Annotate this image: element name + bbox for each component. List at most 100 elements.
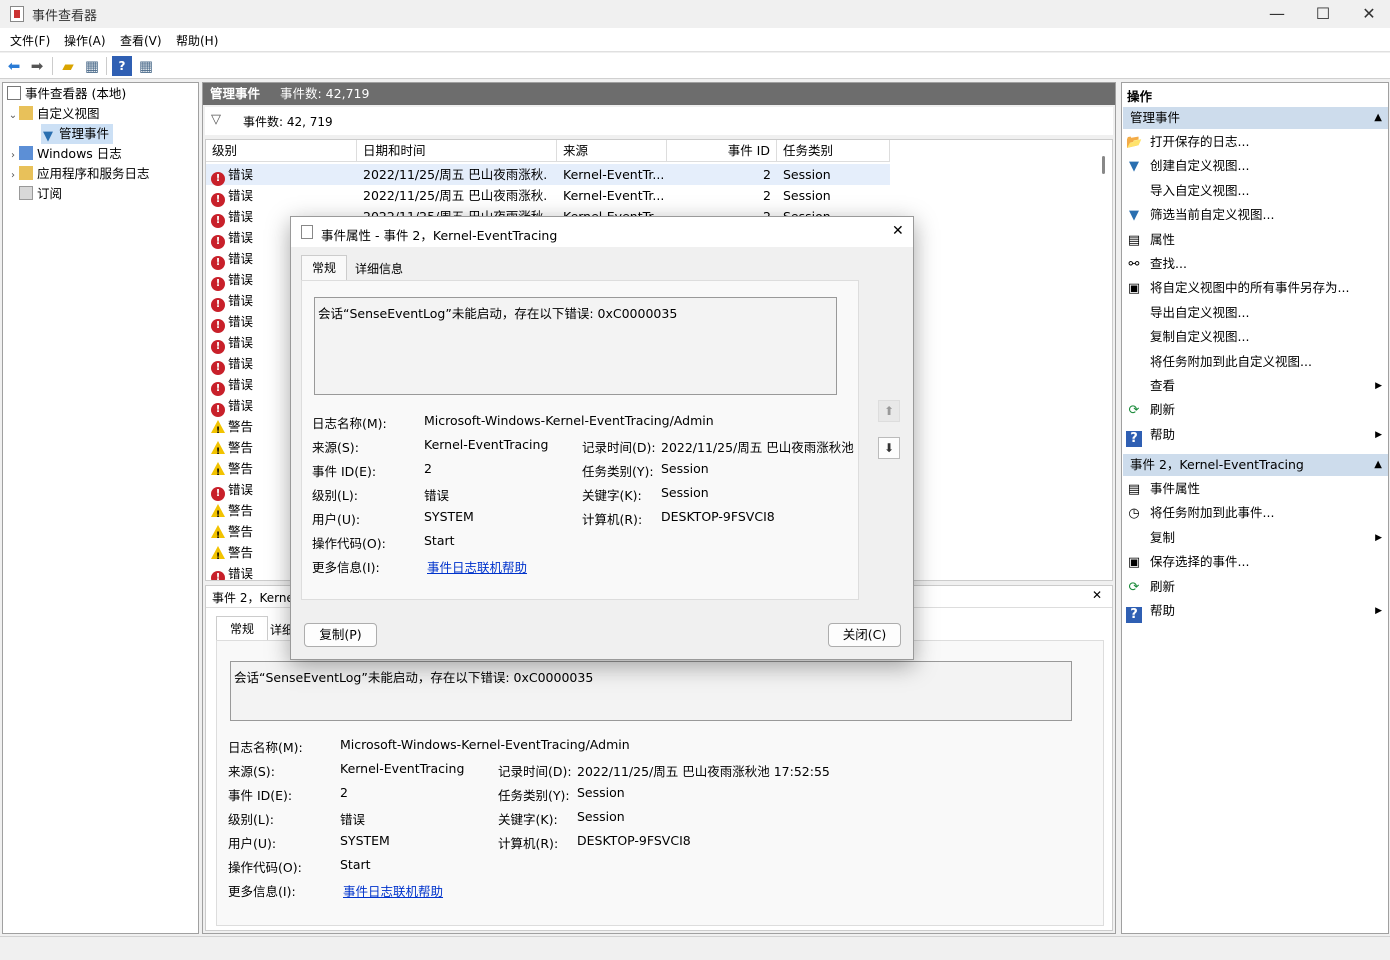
dialog-log-name-label: 日志名称(M): <box>312 416 387 431</box>
maximize-button[interactable]: ☐ <box>1300 0 1346 28</box>
action-item[interactable]: ⟳ 刷新 <box>1126 575 1386 599</box>
console-tree-icon[interactable]: ▦ <box>82 56 102 76</box>
action-item[interactable]: ▣ 将自定义视图中的所有事件另存为... <box>1126 276 1386 300</box>
dialog-close-icon[interactable]: ✕ <box>892 223 904 239</box>
action-item[interactable]: ▼ 创建自定义视图... <box>1126 154 1386 178</box>
menu-file[interactable]: 文件(F) <box>10 32 50 49</box>
chevron-right-icon[interactable]: › <box>7 166 19 186</box>
detail-keywords-label: 关键字(K): <box>498 812 558 827</box>
column-header-level[interactable]: 级别 <box>206 140 357 162</box>
close-icon[interactable]: ✕ <box>1092 588 1102 602</box>
column-header-source[interactable]: 来源 <box>557 140 667 162</box>
action-item[interactable]: ◷ 将任务附加到此事件... <box>1126 501 1386 525</box>
event-properties-icon <box>301 225 313 239</box>
action-item[interactable]: ▤ 事件属性 <box>1126 477 1386 501</box>
action-item-label: 筛选当前自定义视图... <box>1150 207 1275 223</box>
dialog-tab-details[interactable]: 详细信息 <box>355 260 403 277</box>
tree-app-service-logs[interactable]: › 应用程序和服务日志 <box>7 164 150 184</box>
tree-root[interactable]: 事件查看器 (本地) <box>7 84 126 104</box>
action-item-label: 帮助 <box>1150 426 1176 442</box>
table-row[interactable]: !错误 2022/11/25/周五 巴山夜雨涨秋... Kernel-EventTr… <box>206 164 890 186</box>
action-item[interactable]: 导出自定义视图... <box>1126 301 1386 325</box>
action-item[interactable]: ⟳ 刷新 <box>1126 398 1386 422</box>
tree-custom-views[interactable]: ⌄ 自定义视图 <box>7 104 100 124</box>
level-text: 错误 <box>228 209 254 224</box>
table-row[interactable]: !错误 2022/11/25/周五 巴山夜雨涨秋... Kernel-EventTr… <box>206 185 890 207</box>
dialog-task-value: Session <box>661 461 709 476</box>
actions-section-event[interactable]: 事件 2，Kernel-EventTracing ▲ <box>1123 454 1388 476</box>
level-cell: 警告 <box>211 437 253 458</box>
detail-message-box[interactable]: 会话“SenseEventLog”未能启动，存在以下错误: 0xC0000035 <box>230 661 1072 721</box>
level-cell: ! 错误 <box>211 269 253 291</box>
action-item[interactable]: 将任务附加到此自定义视图... <box>1126 350 1386 374</box>
detail-source-label: 来源(S): <box>228 764 275 779</box>
detail-logged-label: 记录时间(D): <box>498 764 572 779</box>
close-window-button[interactable]: ✕ <box>1346 0 1390 28</box>
dialog-logged-label: 记录时间(D): <box>582 440 656 455</box>
error-icon: ! <box>211 277 225 291</box>
list-scrollbar-thumb[interactable] <box>1102 156 1105 174</box>
filter-bar: ▽ 事件数: 42, 719 <box>205 107 1113 135</box>
action-pane-icon[interactable]: ▦ <box>136 56 156 76</box>
detail-log-name-value: Microsoft-Windows-Kernel-EventTracing/Ad… <box>340 737 630 752</box>
detail-event-id-value: 2 <box>340 785 348 800</box>
menu-view[interactable]: 查看(V) <box>120 32 162 49</box>
collapse-up-icon[interactable]: ▲ <box>1374 454 1382 476</box>
dialog-opcode-label: 操作代码(O): <box>312 536 386 551</box>
action-item[interactable]: 导入自定义视图... <box>1126 179 1386 203</box>
folder-icon <box>19 106 33 120</box>
dialog-online-help-link[interactable]: 事件日志联机帮助 <box>427 557 527 576</box>
dialog-event-id-label: 事件 ID(E): <box>312 464 377 479</box>
collapse-up-icon[interactable]: ▲ <box>1374 107 1382 129</box>
actions-section-admin-events[interactable]: 管理事件 ▲ <box>1123 107 1388 129</box>
level-cell: 警告 <box>211 416 253 437</box>
level-cell: ! 错误 <box>211 290 253 312</box>
tree-admin-events[interactable]: ▼ 管理事件 <box>41 124 114 144</box>
help-icon[interactable]: ? <box>112 56 132 76</box>
event-id-cell: 2 <box>763 188 771 203</box>
dialog-message-box[interactable]: 会话“SenseEventLog”未能启动，存在以下错误: 0xC0000035 <box>314 297 837 395</box>
dialog-opcode-value: Start <box>424 533 455 548</box>
action-item[interactable]: ▣ 保存选择的事件... <box>1126 550 1386 574</box>
dialog-tab-general[interactable]: 常规 <box>301 255 347 281</box>
level-text: 警告 <box>228 461 254 476</box>
detail-online-help-link[interactable]: 事件日志联机帮助 <box>343 881 443 900</box>
action-item[interactable]: ⚯ 查找... <box>1126 252 1386 276</box>
minimize-button[interactable]: — <box>1254 0 1300 28</box>
dialog-close-button[interactable]: 关闭(C) <box>828 623 901 647</box>
copy-button[interactable]: 复制(P) <box>304 623 377 647</box>
column-header-event-id[interactable]: 事件 ID <box>667 140 777 162</box>
level-cell: ! 错误 <box>211 164 253 186</box>
error-icon: ! <box>211 340 225 354</box>
action-item-label: 帮助 <box>1150 603 1176 618</box>
action-item-label: 事件属性 <box>1150 481 1201 496</box>
action-item[interactable]: ? 帮助 ▶ <box>1126 423 1386 447</box>
action-item[interactable]: ? 帮助 ▶ <box>1126 599 1386 623</box>
level-text: 错误 <box>228 335 254 350</box>
tree-subscriptions[interactable]: 订阅 <box>19 184 62 204</box>
detail-keywords-value: Session <box>577 809 625 824</box>
menu-help[interactable]: 帮助(H) <box>176 32 218 49</box>
action-item[interactable]: 📂 打开保存的日志... <box>1126 130 1386 154</box>
action-item[interactable]: ▤ 属性 <box>1126 228 1386 252</box>
dialog-user-label: 用户(U): <box>312 512 361 527</box>
tab-general[interactable]: 常规 <box>216 616 268 640</box>
folder-up-icon[interactable]: ▰ <box>58 56 78 76</box>
chevron-down-icon[interactable]: ⌄ <box>7 106 19 126</box>
level-text: 错误 <box>228 398 254 413</box>
action-item[interactable]: 复制自定义视图... <box>1126 325 1386 349</box>
forward-arrow-icon[interactable]: ➡ <box>27 56 47 76</box>
back-arrow-icon[interactable]: ⬅ <box>4 56 24 76</box>
next-event-arrow-icon[interactable]: ⬇ <box>878 437 900 459</box>
menu-action[interactable]: 操作(A) <box>64 32 106 49</box>
column-header-task[interactable]: 任务类别 <box>777 140 890 162</box>
action-item[interactable]: ▼ 筛选当前自定义视图... <box>1126 203 1386 227</box>
previous-event-arrow-icon[interactable]: ⬆ <box>878 400 900 422</box>
tree-windows-logs[interactable]: › Windows 日志 <box>7 144 122 164</box>
level-cell: ! 错误 <box>211 185 253 207</box>
chevron-right-icon[interactable]: › <box>7 146 19 166</box>
filter-create-icon: ▼ <box>1129 159 1139 175</box>
action-item[interactable]: 查看 ▶ <box>1126 374 1386 398</box>
column-header-datetime[interactable]: 日期和时间 <box>357 140 557 162</box>
action-item[interactable]: 复制 ▶ <box>1126 526 1386 550</box>
